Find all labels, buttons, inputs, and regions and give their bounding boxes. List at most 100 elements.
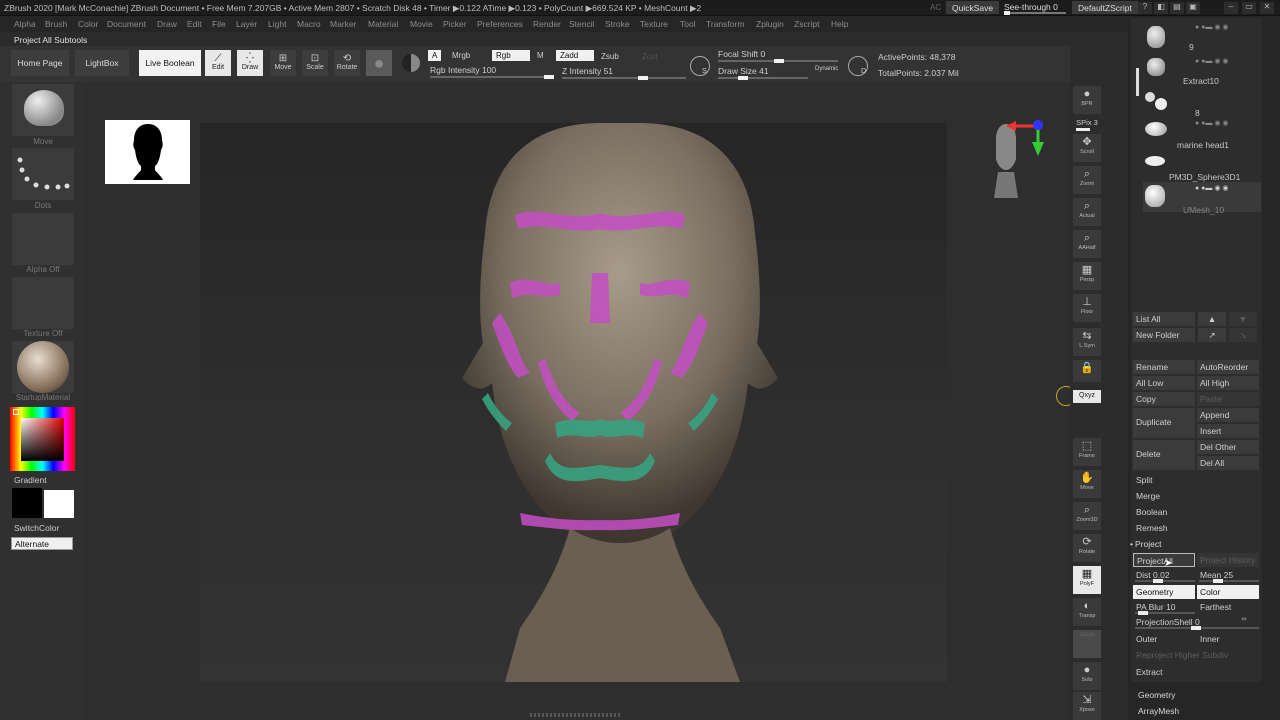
scale-button[interactable]: ⊡ Scale: [302, 50, 328, 76]
new-folder-button[interactable]: New Folder: [1133, 328, 1195, 342]
project-history-button[interactable]: Project History: [1197, 553, 1259, 567]
document-viewport[interactable]: [200, 123, 947, 682]
spix-slider[interactable]: [1076, 128, 1090, 131]
geometry-toggle[interactable]: Geometry: [1133, 585, 1195, 599]
sphere-brush-button[interactable]: ●: [366, 50, 392, 76]
actual-button[interactable]: ⌕ Actual: [1073, 198, 1101, 226]
insert-button[interactable]: Insert: [1197, 424, 1259, 438]
qxyz-button[interactable]: Qxyz: [1073, 390, 1101, 403]
bottom-tray-handle[interactable]: [530, 713, 620, 717]
ghost-button[interactable]: Ghost: [1073, 630, 1101, 658]
menu-marker[interactable]: Marker: [330, 19, 356, 29]
menu-help[interactable]: Help: [831, 19, 848, 29]
folder-down-icon[interactable]: ↘: [1229, 328, 1257, 342]
a-button[interactable]: A: [428, 50, 442, 61]
geometry-section-header[interactable]: Geometry: [1138, 690, 1175, 700]
menu-material[interactable]: Material: [368, 19, 398, 29]
mean-slider-track[interactable]: [1199, 579, 1259, 583]
list-all-button[interactable]: List All: [1133, 312, 1195, 326]
subtool-row[interactable]: Extract10 ● ●▬ ◉ ◉: [1143, 54, 1261, 86]
color-picker[interactable]: [10, 407, 75, 471]
menu-texture[interactable]: Texture: [640, 19, 668, 29]
layout-icon[interactable]: ◧: [1154, 2, 1168, 14]
menu-picker[interactable]: Picker: [443, 19, 467, 29]
menu-file[interactable]: File: [212, 19, 226, 29]
boolean-section[interactable]: Boolean: [1133, 505, 1259, 519]
menu-layer[interactable]: Layer: [236, 19, 257, 29]
transp-button[interactable]: ◐ Transp: [1073, 598, 1101, 626]
menu-stencil[interactable]: Stencil: [569, 19, 595, 29]
menu-macro[interactable]: Macro: [297, 19, 321, 29]
edit-button[interactable]: ⟋ Edit: [205, 50, 231, 76]
live-boolean-button[interactable]: Live Boolean: [139, 50, 201, 76]
project-section-header[interactable]: Project: [1135, 539, 1161, 549]
all-low-button[interactable]: All Low: [1133, 376, 1195, 390]
switchcolor-button[interactable]: SwitchColor: [14, 523, 59, 533]
menu-light[interactable]: Light: [268, 19, 286, 29]
head-model[interactable]: [200, 123, 947, 682]
subtool-eye-icon[interactable]: ● ●▬ ◉ ◉: [1195, 57, 1229, 65]
menu-preferences[interactable]: Preferences: [477, 19, 523, 29]
color-toggle[interactable]: Color: [1197, 585, 1259, 599]
help-icon[interactable]: ?: [1138, 2, 1152, 14]
scroll-button[interactable]: ✥ Scroll: [1073, 134, 1101, 162]
inner-button[interactable]: Inner: [1197, 632, 1259, 646]
remesh-section[interactable]: Remesh: [1133, 521, 1259, 535]
subtool-row[interactable]: 8: [1143, 86, 1261, 118]
rgb-button[interactable]: Rgb: [492, 50, 530, 61]
menu-document[interactable]: Document: [107, 19, 146, 29]
zcut-button[interactable]: Zcut: [638, 51, 662, 62]
draw-size-slider[interactable]: [718, 76, 808, 80]
lazy-mouse-icon[interactable]: [690, 56, 710, 76]
extract-section[interactable]: Extract: [1133, 665, 1259, 679]
quicksave-button[interactable]: QuickSave: [946, 1, 1000, 14]
brush-thumbnail[interactable]: [12, 84, 74, 136]
delete-button[interactable]: Delete: [1133, 440, 1195, 470]
rotate-view-button[interactable]: ⟳ Rotate: [1073, 534, 1101, 562]
theme-icon[interactable]: ▣: [1186, 2, 1200, 14]
menu-color[interactable]: Color: [78, 19, 98, 29]
split-section[interactable]: Split: [1133, 473, 1259, 487]
subtool-eye-icon[interactable]: ● ●▬ ◉ ◉: [1195, 119, 1229, 127]
append-button[interactable]: Append: [1197, 408, 1259, 422]
minimize-icon[interactable]: –: [1224, 2, 1238, 14]
color-square[interactable]: [21, 418, 64, 461]
del-other-button[interactable]: Del Other: [1197, 440, 1259, 454]
close-icon[interactable]: ✕: [1260, 2, 1274, 14]
subtool-row[interactable]: PM3D_Sphere3D1: [1143, 148, 1261, 182]
menu-zplugin[interactable]: Zplugin: [756, 19, 784, 29]
arraymesh-section-header[interactable]: ArrayMesh: [1138, 706, 1179, 716]
m-button[interactable]: M: [533, 50, 548, 61]
menu-transform[interactable]: Transform: [706, 19, 744, 29]
frame-button[interactable]: ⬚ Frame: [1073, 438, 1101, 466]
move-view-button[interactable]: ✋ Move: [1073, 470, 1101, 498]
merge-section[interactable]: Merge: [1133, 489, 1259, 503]
zoom-button[interactable]: ⌕ Zoom: [1073, 166, 1101, 194]
folder-up-icon[interactable]: ↗: [1198, 328, 1226, 342]
lock-button[interactable]: 🔒: [1073, 360, 1101, 382]
alternate-button[interactable]: Alternate: [11, 537, 73, 550]
all-high-button[interactable]: All High: [1197, 376, 1259, 390]
lsym-button[interactable]: ⇆ L.Sym: [1073, 328, 1101, 356]
stroke-thumbnail[interactable]: [12, 148, 74, 200]
default-zscript-button[interactable]: DefaultZScript: [1072, 1, 1138, 14]
menu-tool[interactable]: Tool: [680, 19, 696, 29]
menu-edit[interactable]: Edit: [187, 19, 202, 29]
menu-draw[interactable]: Draw: [157, 19, 177, 29]
farthest-button[interactable]: Farthest: [1197, 600, 1259, 614]
move-down-icon[interactable]: ▼: [1229, 312, 1257, 326]
outer-button[interactable]: Outer: [1133, 632, 1195, 646]
z-intensity-slider[interactable]: [562, 76, 686, 80]
aahalf-button[interactable]: ⌕ AAHalf: [1073, 230, 1101, 258]
texture-thumbnail[interactable]: [12, 277, 74, 329]
persp-button[interactable]: ▦ Persp: [1073, 262, 1101, 290]
shell-options-icon[interactable]: ⇹: [1241, 615, 1247, 623]
polyf-button[interactable]: ▦ PolyF: [1073, 566, 1101, 594]
mrgb-button[interactable]: Mrgb: [448, 50, 474, 61]
lightbox-button[interactable]: LightBox: [75, 50, 129, 76]
solo-button[interactable]: ● Solo: [1073, 662, 1101, 690]
move-up-icon[interactable]: ▲: [1198, 312, 1226, 326]
subtool-eye-icon[interactable]: ● ●▬ ◉ ◉: [1195, 23, 1229, 31]
menu-stroke[interactable]: Stroke: [605, 19, 630, 29]
subtool-row-selected[interactable]: UMesh_10 ● ●▬ ◉ ◉: [1143, 182, 1261, 215]
